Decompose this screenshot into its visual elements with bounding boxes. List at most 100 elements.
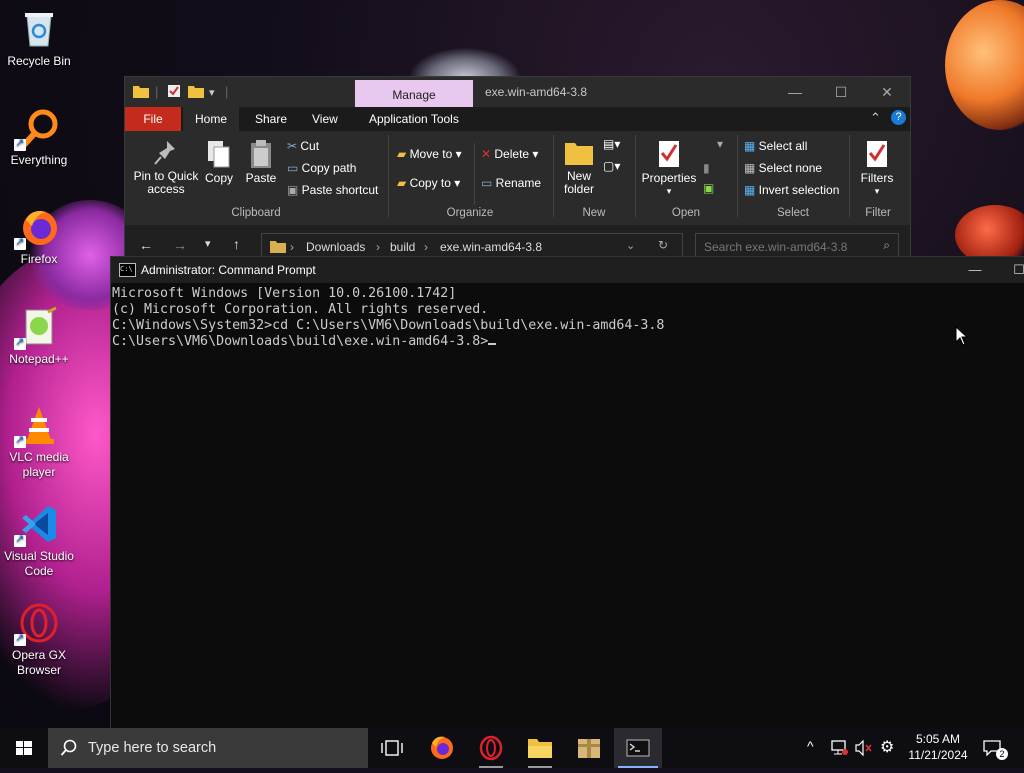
desktop-icon-notepad-plus-plus[interactable]: Notepad++ bbox=[1, 306, 77, 367]
console-line: C:\Windows\System32>cd C:\Users\VM6\Down… bbox=[112, 318, 665, 333]
copy-to-button[interactable]: ▰ Copy to ▾ bbox=[397, 176, 460, 190]
console-output[interactable]: Microsoft Windows [Version 10.0.26100.17… bbox=[111, 283, 1024, 350]
desktop-icon-opera-gx[interactable]: Opera GX Browser bbox=[1, 602, 77, 678]
firefox-icon bbox=[431, 736, 453, 759]
explorer-title-bar[interactable]: | ▾ | Manage exe.win-amd64-3.8 — ☐ ✕ bbox=[125, 77, 910, 107]
properties-button[interactable]: Properties ▾ bbox=[639, 139, 699, 198]
new-folder-button[interactable]: New folder bbox=[559, 139, 599, 196]
tab-share[interactable]: Share bbox=[255, 112, 287, 126]
taskbar-command-prompt[interactable] bbox=[614, 728, 662, 768]
recycle-bin-icon bbox=[18, 8, 60, 50]
back-arrow-icon[interactable]: ← bbox=[139, 237, 153, 253]
volume-muted-icon[interactable] bbox=[852, 728, 874, 768]
recent-locations-icon[interactable]: ▾ bbox=[205, 237, 211, 250]
up-arrow-icon[interactable]: ↑ bbox=[233, 236, 240, 252]
properties-quick-icon[interactable] bbox=[167, 84, 181, 101]
desktop-icon-recycle-bin[interactable]: Recycle Bin bbox=[1, 8, 77, 69]
group-clipboard-label: Clipboard bbox=[231, 207, 281, 219]
collapse-ribbon-icon[interactable]: ⌃ bbox=[870, 110, 881, 126]
minimize-icon[interactable]: — bbox=[953, 257, 997, 283]
console-line: (c) Microsoft Corporation. All rights re… bbox=[112, 302, 489, 317]
customize-quick-access-icon[interactable]: ▾ bbox=[209, 86, 215, 99]
taskbar-search-box[interactable]: Type here to search bbox=[48, 728, 368, 768]
opera-gx-icon bbox=[14, 602, 60, 646]
cmd-icon: C:\ bbox=[119, 263, 136, 277]
copy-icon bbox=[203, 139, 235, 172]
desktop-icon-label: Notepad++ bbox=[9, 352, 69, 366]
desktop-icon-vlc[interactable]: VLC media player bbox=[1, 404, 77, 480]
forward-arrow-icon[interactable]: → bbox=[173, 237, 187, 253]
select-none-button[interactable]: ▦ Select none bbox=[744, 161, 822, 175]
task-view-button[interactable] bbox=[368, 728, 416, 768]
new-item-icon[interactable]: ▤▾ bbox=[603, 137, 620, 151]
tab-application-tools[interactable]: Application Tools bbox=[369, 112, 459, 126]
group-separator bbox=[849, 135, 850, 217]
maximize-icon[interactable]: ☐ bbox=[997, 257, 1024, 283]
tab-view[interactable]: View bbox=[312, 112, 338, 126]
command-prompt-window[interactable]: C:\ Administrator: Command Prompt — ☐ Mi… bbox=[110, 256, 1024, 729]
rename-button[interactable]: ▭ Rename bbox=[481, 176, 541, 190]
taskbar-clock[interactable]: 5:05 AM 11/21/2024 bbox=[902, 731, 974, 763]
delete-button[interactable]: ✕ Delete ▾ bbox=[481, 147, 538, 161]
settings-gear-icon[interactable]: ⚙ bbox=[878, 728, 900, 768]
easy-access-icon[interactable]: ▢▾ bbox=[603, 159, 620, 173]
group-separator bbox=[635, 135, 636, 217]
breadcrumb-item[interactable]: exe.win-amd64-3.8 bbox=[440, 240, 542, 254]
taskbar-file-explorer[interactable] bbox=[516, 728, 564, 768]
select-all-icon: ▦ bbox=[744, 139, 759, 153]
paste-shortcut-button[interactable]: ▣ Paste shortcut bbox=[287, 183, 378, 197]
action-center-button[interactable]: 2 bbox=[980, 728, 1008, 768]
tab-home[interactable]: Home bbox=[183, 107, 239, 132]
minimize-icon[interactable]: — bbox=[772, 77, 818, 107]
ribbon-tabs: File Home Share View Application Tools ⌃… bbox=[125, 107, 910, 132]
move-to-button[interactable]: ▰ Move to ▾ bbox=[397, 147, 462, 161]
file-explorer-icon bbox=[528, 739, 552, 758]
taskbar-firefox[interactable] bbox=[418, 728, 466, 768]
pin-to-quick-access-button[interactable]: Pin to Quick access bbox=[131, 139, 201, 196]
vscode-icon bbox=[14, 503, 60, 547]
breadcrumb-item[interactable]: build bbox=[390, 240, 415, 254]
wallpaper-shape bbox=[945, 0, 1024, 130]
taskbar-opera-gx[interactable] bbox=[467, 728, 515, 768]
taskbar: Type here to search ^ ⚙ 5:05 AM 11/21/20… bbox=[0, 728, 1024, 768]
select-all-button[interactable]: ▦ Select all bbox=[744, 139, 807, 153]
notepad-plus-plus-icon bbox=[14, 306, 60, 350]
address-dropdown-icon[interactable]: ⌄ bbox=[626, 239, 635, 252]
group-organize-label: Organize bbox=[446, 207, 494, 219]
separator: | bbox=[155, 84, 159, 99]
invert-selection-button[interactable]: ▦ Invert selection bbox=[744, 183, 839, 197]
cut-button[interactable]: ✂ Cut bbox=[287, 139, 319, 153]
console-prompt-line[interactable]: C:\Users\VM6\Downloads\build\exe.win-amd… bbox=[112, 334, 1024, 350]
close-icon[interactable]: ✕ bbox=[864, 77, 910, 107]
open-dropdown-icon[interactable]: ▾ bbox=[717, 137, 723, 151]
move-to-folder-icon: ▰ bbox=[397, 147, 410, 161]
copy-path-button[interactable]: ▭ Copy path bbox=[287, 161, 356, 175]
help-icon[interactable]: ? bbox=[891, 110, 906, 125]
select-none-icon: ▦ bbox=[744, 161, 759, 175]
shortcut-arrow-icon bbox=[14, 136, 26, 151]
taskbar-archive-app[interactable] bbox=[565, 728, 613, 768]
desktop-icon-firefox[interactable]: Firefox bbox=[1, 206, 77, 267]
group-new-label: New bbox=[582, 207, 606, 219]
start-button[interactable] bbox=[0, 728, 48, 768]
copy-button[interactable]: Copy bbox=[203, 139, 235, 185]
new-folder-quick-icon[interactable] bbox=[188, 84, 204, 101]
maximize-icon[interactable]: ☐ bbox=[818, 77, 864, 107]
history-icon[interactable]: ▣ bbox=[703, 181, 714, 195]
file-explorer-window[interactable]: | ▾ | Manage exe.win-amd64-3.8 — ☐ ✕ Fil… bbox=[124, 76, 911, 264]
show-hidden-icons-chevron-icon[interactable]: ^ bbox=[804, 728, 824, 768]
group-open-label: Open bbox=[671, 207, 701, 219]
paste-button[interactable]: Paste bbox=[243, 139, 279, 185]
tab-manage[interactable]: Manage bbox=[355, 80, 473, 107]
refresh-icon[interactable]: ↻ bbox=[658, 238, 668, 252]
group-separator bbox=[474, 143, 475, 205]
console-line: Microsoft Windows [Version 10.0.26100.17… bbox=[112, 286, 457, 301]
network-icon[interactable] bbox=[828, 728, 850, 768]
desktop-icon-everything[interactable]: Everything bbox=[1, 107, 77, 168]
tab-file[interactable]: File bbox=[125, 107, 181, 131]
filters-button[interactable]: Filters ▾ bbox=[853, 139, 901, 198]
breadcrumb-item[interactable]: Downloads bbox=[306, 240, 365, 254]
edit-icon[interactable]: ▮ bbox=[703, 161, 710, 175]
desktop-icon-vscode[interactable]: Visual Studio Code bbox=[1, 503, 77, 579]
cmd-title-bar[interactable]: C:\ Administrator: Command Prompt — ☐ bbox=[111, 257, 1024, 283]
